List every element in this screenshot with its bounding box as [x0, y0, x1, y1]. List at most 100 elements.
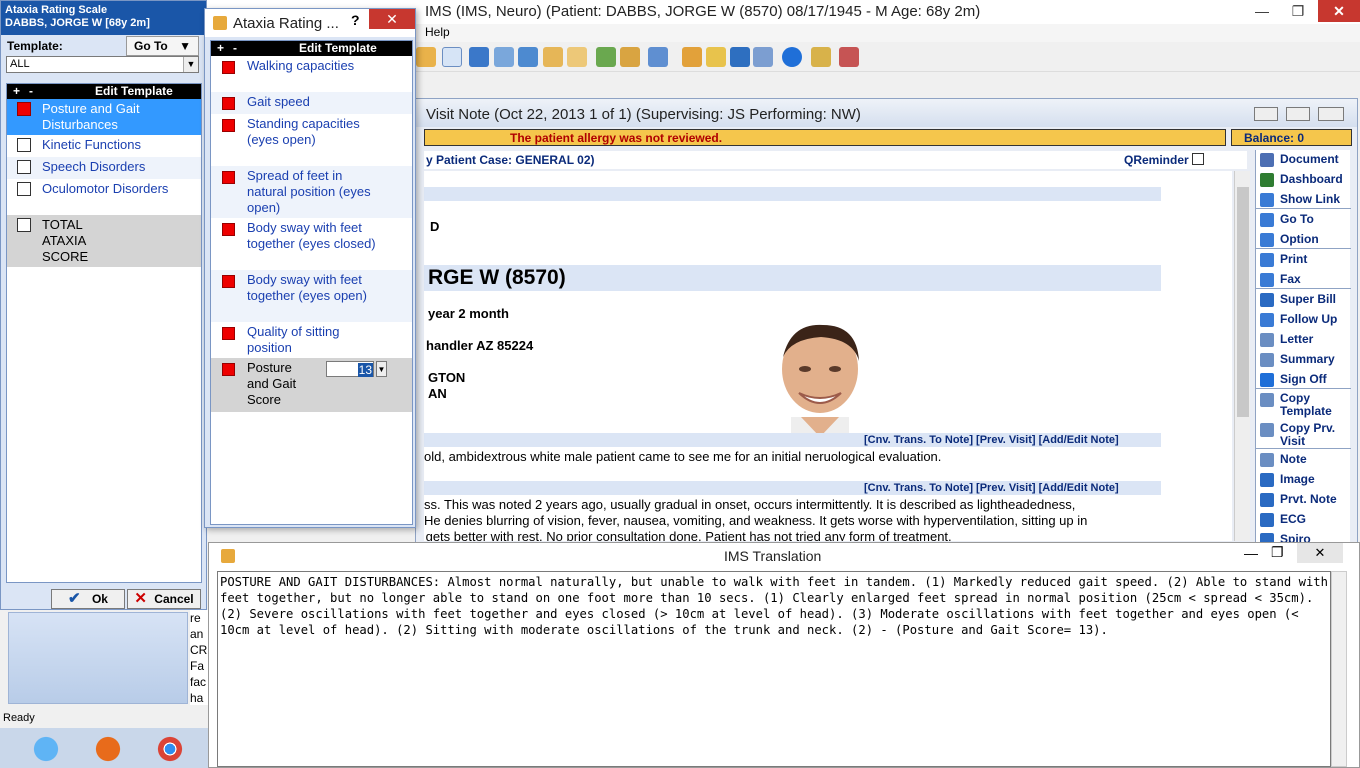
- side-item-note[interactable]: Note: [1260, 452, 1307, 467]
- dialog-expand-button[interactable]: +: [217, 41, 224, 55]
- toolbar-tool-7-icon[interactable]: [567, 47, 587, 67]
- subitem-row[interactable]: Standing capacities (eyes open): [211, 114, 412, 166]
- side-item-letter[interactable]: Letter: [1260, 332, 1313, 347]
- category-item[interactable]: Kinetic Functions: [7, 135, 201, 157]
- side-item-show-link[interactable]: Show Link: [1260, 192, 1340, 207]
- expand-button[interactable]: +: [13, 84, 20, 98]
- note-scrollbar-thumb[interactable]: [1237, 187, 1249, 417]
- subitem-marker[interactable]: [222, 171, 235, 184]
- translation-scrollbar[interactable]: [1331, 571, 1347, 767]
- copy-prev-icon: [1260, 422, 1274, 437]
- visit-close-button[interactable]: [1318, 107, 1344, 121]
- restore-button[interactable]: ❐: [1284, 0, 1312, 22]
- edit-template-link[interactable]: Edit Template: [95, 84, 173, 98]
- category-item[interactable]: Speech Disorders: [7, 157, 201, 179]
- visit-restore-button[interactable]: [1286, 107, 1310, 121]
- side-item-image[interactable]: Image: [1260, 472, 1315, 487]
- category-item[interactable]: TOTAL ATAXIA SCORE: [7, 215, 201, 267]
- subitem-marker[interactable]: [222, 97, 235, 110]
- dialog-close-button[interactable]: ✕: [369, 9, 415, 29]
- side-item-prvt-note[interactable]: Prvt. Note: [1260, 492, 1337, 507]
- side-item-super-bill[interactable]: Super Bill: [1260, 292, 1336, 307]
- category-item[interactable]: Posture and Gait Disturbances: [7, 99, 201, 135]
- subitem-row[interactable]: Posture and Gait Score 13 ▼: [211, 358, 412, 412]
- collapse-button[interactable]: -: [29, 84, 33, 98]
- category-checkbox[interactable]: [17, 160, 31, 174]
- firefox-icon[interactable]: [84, 732, 132, 766]
- translation-minimize-button[interactable]: —: [1244, 545, 1258, 561]
- note-links-2[interactable]: [Cnv. Trans. To Note] [Prev. Visit] [Add…: [864, 482, 1119, 494]
- doc-line-gton: GTON: [428, 370, 466, 385]
- translation-text[interactable]: POSTURE AND GAIT DISTURBANCES: Almost no…: [217, 571, 1331, 767]
- ok-button[interactable]: ✔ Ok: [51, 589, 125, 609]
- toolbar-back-icon[interactable]: [469, 47, 489, 67]
- side-item-copy-template[interactable]: Copy Template: [1260, 392, 1344, 418]
- toolbar-tool-14-icon[interactable]: [753, 47, 773, 67]
- subitem-marker[interactable]: [222, 327, 235, 340]
- minimize-button[interactable]: —: [1248, 0, 1276, 22]
- side-item-follow-up[interactable]: Follow Up: [1260, 312, 1337, 327]
- toolbar-tool-9-icon[interactable]: [620, 47, 640, 67]
- translation-restore-button[interactable]: ❐: [1271, 544, 1284, 561]
- side-item-go-to[interactable]: Go To: [1260, 212, 1314, 227]
- score-dropdown-icon[interactable]: ▼: [376, 361, 387, 377]
- toolbar-word-icon[interactable]: [730, 47, 750, 67]
- exit-icon[interactable]: [839, 47, 859, 67]
- side-item-copy-prv-visit[interactable]: Copy Prv. Visit: [1260, 422, 1344, 448]
- translation-close-button[interactable]: ✕: [1297, 543, 1343, 563]
- category-checkbox[interactable]: [17, 102, 31, 116]
- toolbar-tool-6-icon[interactable]: [543, 47, 563, 67]
- help-icon[interactable]: [782, 47, 802, 67]
- dialog-help-button[interactable]: ?: [351, 12, 360, 28]
- subitem-row[interactable]: Body sway with feet together (eyes open): [211, 270, 412, 322]
- chrome-icon[interactable]: [146, 732, 194, 766]
- qreminder-checkbox[interactable]: [1192, 153, 1204, 165]
- toolbar-chart-icon[interactable]: [596, 47, 616, 67]
- toolbar-tool-1-icon[interactable]: [416, 47, 436, 67]
- template-select[interactable]: ALL ▼: [6, 56, 199, 73]
- note-scrollbar[interactable]: [1234, 171, 1250, 541]
- lock-icon[interactable]: [811, 47, 831, 67]
- close-button[interactable]: ✕: [1318, 0, 1360, 22]
- category-checkbox[interactable]: [17, 218, 31, 232]
- side-item-print[interactable]: Print: [1260, 252, 1307, 267]
- category-checkbox[interactable]: [17, 182, 31, 196]
- toolbar-building-icon[interactable]: [648, 47, 668, 67]
- side-item-option[interactable]: Option: [1260, 232, 1319, 247]
- side-item-document[interactable]: Document: [1260, 152, 1339, 167]
- toolbar-tool-11-icon[interactable]: [682, 47, 702, 67]
- visit-minimize-button[interactable]: [1254, 107, 1278, 121]
- side-item-label: Print: [1280, 252, 1308, 266]
- side-item-sign-off[interactable]: Sign Off: [1260, 372, 1327, 387]
- internet-explorer-icon[interactable]: [22, 732, 70, 766]
- category-checkbox[interactable]: [17, 138, 31, 152]
- subitem-marker[interactable]: [222, 61, 235, 74]
- chevron-down-icon[interactable]: ▼: [183, 57, 198, 72]
- side-item-fax[interactable]: Fax: [1260, 272, 1301, 287]
- category-item[interactable]: Oculomotor Disorders: [7, 179, 201, 215]
- subitem-row[interactable]: Spread of feet in natural position (eyes…: [211, 166, 412, 218]
- score-input[interactable]: 13: [326, 361, 374, 377]
- subitem-row[interactable]: Gait speed: [211, 92, 412, 114]
- side-item-ecg[interactable]: ECG: [1260, 512, 1306, 527]
- toolbar-refresh-icon[interactable]: [706, 47, 726, 67]
- subitem-row[interactable]: Body sway with feet together (eyes close…: [211, 218, 412, 270]
- dialog-title: Ataxia Rating ...: [233, 15, 339, 32]
- subitem-row[interactable]: Quality of sitting position: [211, 322, 412, 358]
- side-item-summary[interactable]: Summary: [1260, 352, 1335, 367]
- dialog-edit-template-link[interactable]: Edit Template: [299, 41, 377, 55]
- side-item-dashboard[interactable]: Dashboard: [1260, 172, 1343, 187]
- subitem-marker[interactable]: [222, 119, 235, 132]
- toolbar-tool-4-icon[interactable]: [494, 47, 514, 67]
- subitem-marker[interactable]: [222, 223, 235, 236]
- menu-help[interactable]: Help: [425, 25, 450, 39]
- toolbar-tool-5-icon[interactable]: [518, 47, 538, 67]
- subitem-row[interactable]: Walking capacities: [211, 56, 412, 92]
- goto-dropdown-button[interactable]: Go To ▼: [126, 36, 199, 56]
- toolbar-tool-2-icon[interactable]: [442, 47, 462, 67]
- note-links-1[interactable]: [Cnv. Trans. To Note] [Prev. Visit] [Add…: [864, 434, 1119, 446]
- subitem-marker[interactable]: [222, 363, 235, 376]
- cancel-button[interactable]: ✕ Cancel: [127, 589, 201, 609]
- dialog-collapse-button[interactable]: -: [233, 41, 237, 55]
- subitem-marker[interactable]: [222, 275, 235, 288]
